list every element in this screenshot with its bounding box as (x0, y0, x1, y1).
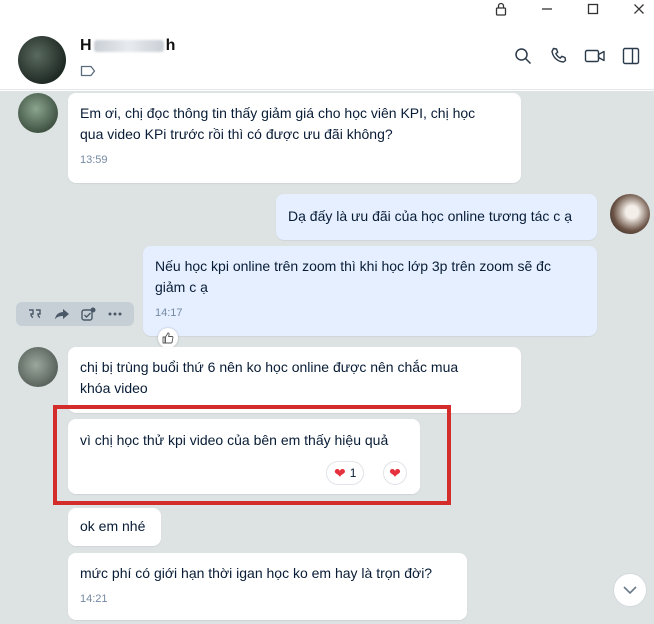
message-hover-actions (16, 302, 134, 326)
add-task-icon[interactable] (78, 304, 98, 324)
message-text: mức phí có giới hạn thời igan học ko em … (80, 565, 433, 581)
scroll-to-bottom-button[interactable] (613, 573, 647, 607)
message-text: giảm c ạ (155, 279, 208, 295)
message-bubble-mine[interactable]: Nếu học kpi online trên zoom thì khi học… (143, 246, 597, 336)
contact-avatar[interactable] (18, 36, 66, 84)
message-bubble-mine[interactable]: Dạ đấy là ưu đãi của học online tương tá… (276, 194, 597, 240)
message-bubble[interactable]: ok em nhé (68, 508, 161, 546)
message-text: Nếu học kpi online trên zoom thì khi học… (155, 258, 551, 274)
lock-icon[interactable] (486, 0, 516, 18)
message-text: chị bị trùng buổi thứ 6 nên ko học onlin… (80, 359, 459, 375)
highlight-box (53, 405, 451, 505)
conversation-header: Hh (0, 20, 654, 90)
maximize-icon[interactable] (578, 0, 608, 18)
contact-avatar-small[interactable] (18, 93, 58, 133)
sidebar-toggle-icon[interactable] (620, 45, 642, 67)
message-text: Em ơi, chị đọc thông tin thấy giảm giá c… (80, 105, 476, 121)
thumbs-up-icon (162, 332, 174, 344)
contact-avatar-small[interactable] (18, 347, 58, 387)
my-avatar[interactable] (610, 194, 650, 234)
window-titlebar (0, 0, 654, 20)
message-bubble[interactable]: chị bị trùng buổi thứ 6 nên ko học onlin… (68, 347, 521, 413)
minimize-icon[interactable] (532, 0, 562, 18)
forward-icon[interactable] (52, 304, 72, 324)
search-icon[interactable] (512, 45, 534, 67)
label-tag-icon[interactable] (80, 64, 96, 77)
quote-icon[interactable] (25, 304, 45, 324)
like-button[interactable] (158, 328, 178, 348)
message-bubble[interactable]: Em ơi, chị đọc thông tin thấy giảm giá c… (68, 93, 521, 183)
message-time: 14:21 (80, 593, 108, 605)
contact-name-prefix: H (80, 37, 92, 54)
message-text: Dạ đấy là ưu đãi của học online tương tá… (288, 208, 572, 224)
phone-icon[interactable] (548, 45, 570, 67)
message-text: khóa video (80, 380, 148, 396)
video-call-icon[interactable] (584, 45, 606, 67)
message-time: 14:17 (155, 307, 183, 319)
message-text: ok em nhé (80, 518, 146, 534)
name-redaction (93, 39, 164, 52)
message-time: 13:59 (80, 154, 108, 166)
message-bubble[interactable]: mức phí có giới hạn thời igan học ko em … (68, 553, 467, 620)
message-text: qua video KPi trước rồi thì có được ưu đ… (80, 126, 393, 142)
close-icon[interactable] (624, 0, 654, 18)
contact-name[interactable]: Hh (80, 37, 175, 55)
chevron-down-icon (623, 586, 637, 595)
contact-name-suffix: h (165, 37, 176, 54)
more-icon[interactable] (105, 304, 125, 324)
